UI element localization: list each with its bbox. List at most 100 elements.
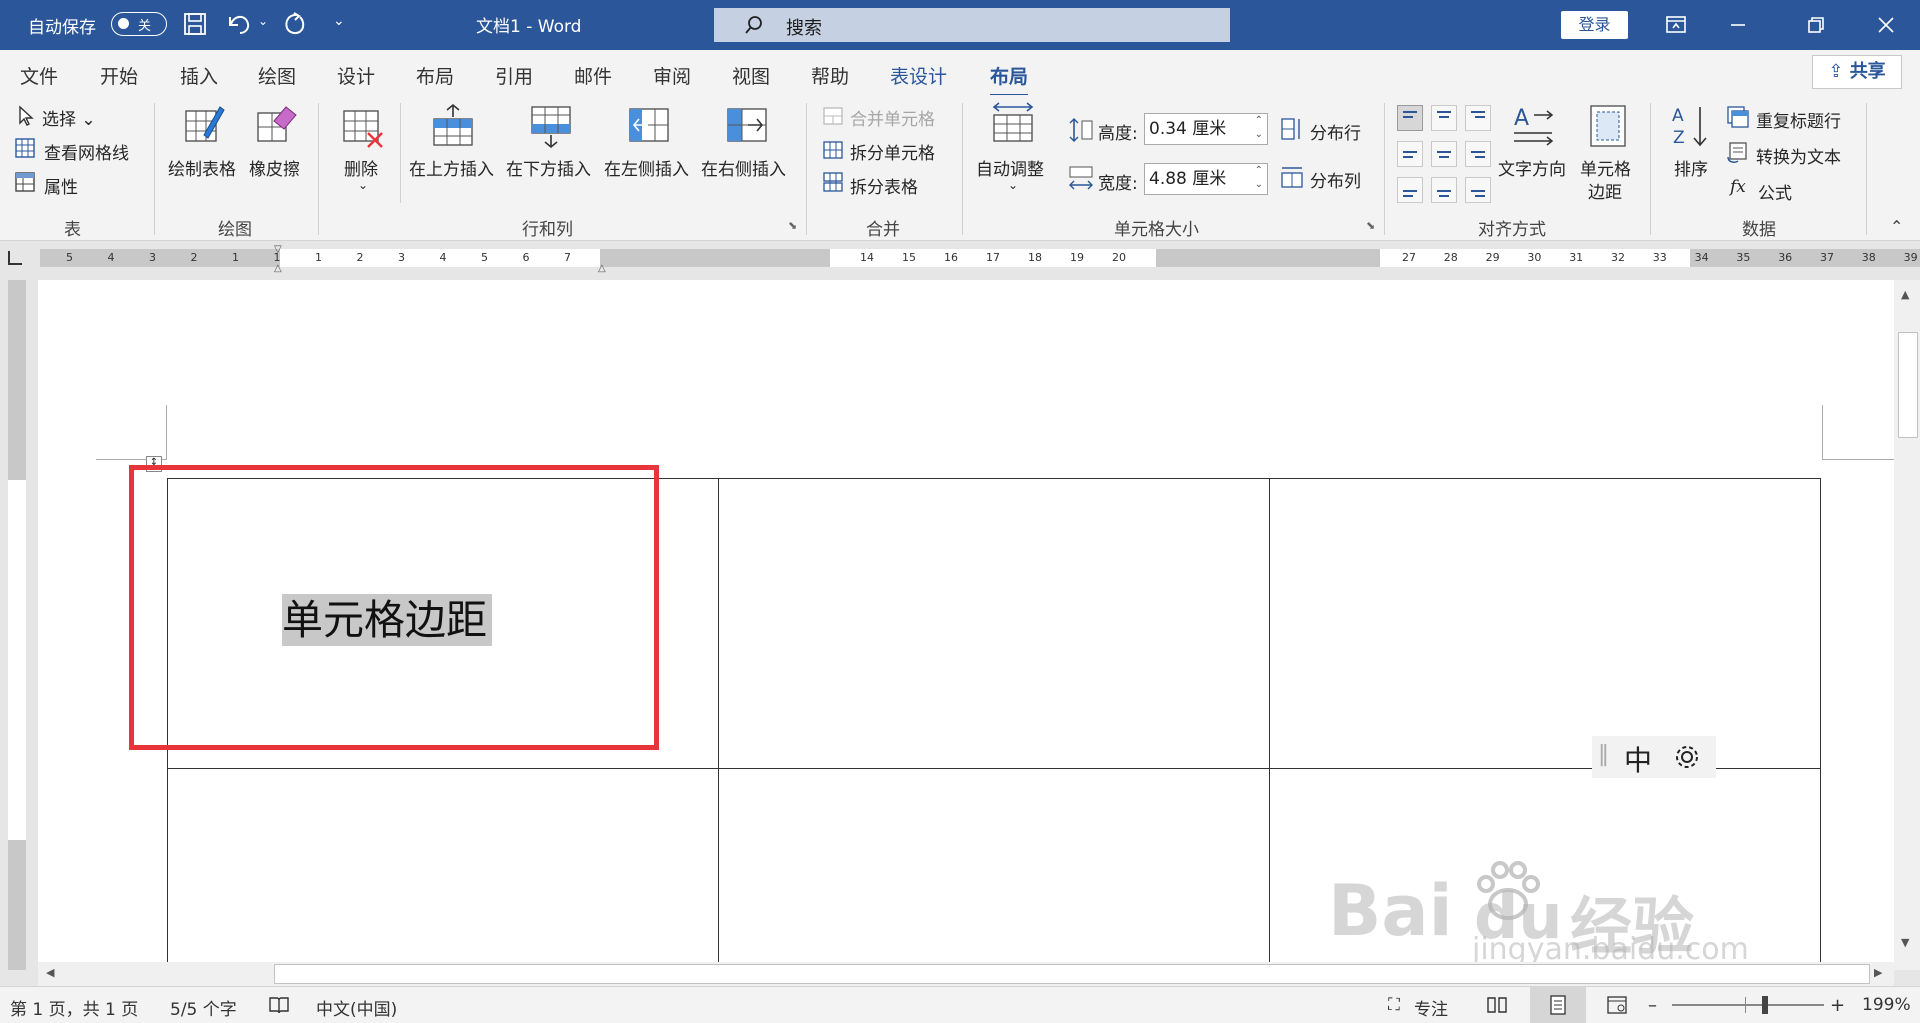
column-width-input[interactable]: 4.88 厘米 ⌃ ⌄ [1144,163,1268,195]
share-button[interactable]: ⇪ 共享 [1812,55,1902,89]
spinner-icon[interactable]: ⌃ ⌄ [1255,164,1263,192]
tab-design[interactable]: 设计 [337,62,375,89]
document-page[interactable]: ↕ 单元格边距 ‖ 中 Bai du 经验 jingyan.baidu.com [38,280,1894,970]
insert-above-button[interactable]: 在上方插入 [409,155,494,180]
minimize-icon[interactable] [1708,0,1768,50]
focus-mode-label[interactable]: 专注 [1414,995,1448,1020]
properties-button[interactable]: 属性 [44,173,78,198]
split-cells-button[interactable]: 拆分单元格 [850,139,935,164]
tab-table-design[interactable]: 表设计 [890,62,947,89]
close-icon[interactable] [1856,0,1916,50]
text-direction-button[interactable]: 文字方向 [1498,155,1566,180]
tab-home[interactable]: 开始 [100,62,138,89]
ime-toolbar[interactable]: ‖ 中 [1592,736,1716,778]
scroll-right-icon[interactable]: ▶ [1874,966,1882,979]
tab-mailings[interactable]: 邮件 [574,62,612,89]
convert-to-text-button[interactable]: 转换为文本 [1756,143,1841,168]
spinner-icon[interactable]: ⌃ ⌄ [1255,114,1263,142]
save-icon[interactable] [183,12,207,36]
zoom-slider-thumb[interactable] [1762,996,1768,1014]
read-mode-icon[interactable] [1486,995,1508,1020]
sort-button[interactable]: 排序 [1674,155,1708,180]
tab-page-layout[interactable]: 布局 [416,62,454,89]
sign-in-button[interactable]: 登录 [1561,11,1628,39]
align-bottom-right[interactable] [1465,177,1491,203]
dialog-launcher-icon[interactable]: ⬊ [1366,219,1375,232]
view-gridlines-button[interactable]: 查看网格线 [44,139,129,164]
redo-icon[interactable] [282,10,308,38]
collapse-ribbon-icon[interactable]: ⌃ [1890,217,1903,236]
tab-draw[interactable]: 绘图 [258,62,296,89]
draw-table-button[interactable]: 绘制表格 [168,155,236,180]
align-bottom-left[interactable] [1397,177,1423,203]
row-height-input[interactable]: 0.34 厘米 ⌃ ⌄ [1144,113,1268,145]
align-top-center[interactable] [1431,105,1457,131]
zoom-level[interactable]: 199% [1862,995,1911,1015]
autosave-toggle[interactable]: 关 [111,12,167,36]
web-layout-icon[interactable] [1606,995,1628,1020]
autofit-dropdown-icon[interactable]: ⌄ [1008,178,1018,192]
page-count[interactable]: 第 1 页，共 1 页 [10,995,138,1020]
insert-right-button[interactable]: 在右侧插入 [701,155,786,180]
distribute-columns-button[interactable]: 分布列 [1310,167,1361,192]
cell-margins-button-line1[interactable]: 单元格 [1580,155,1631,180]
cell-margins-button-line2[interactable]: 边距 [1588,178,1622,203]
split-table-button[interactable]: 拆分表格 [850,173,918,198]
zoom-slider[interactable] [1672,1004,1824,1006]
settings-gear-icon[interactable] [1672,742,1702,772]
align-middle-left[interactable] [1397,141,1423,167]
repeat-header-rows-button[interactable]: 重复标题行 [1756,107,1841,132]
tab-table-layout[interactable]: 布局 [990,62,1029,98]
insert-left-button[interactable]: 在左侧插入 [604,155,689,180]
search-box[interactable]: 搜索 [714,8,1230,42]
word-count[interactable]: 5/5 个字 [170,995,237,1020]
scrollbar-thumb[interactable] [1898,332,1918,438]
proofing-icon[interactable] [268,995,290,1020]
scroll-up-icon[interactable]: ▲ [1901,288,1909,301]
first-line-indent-marker[interactable]: ▽ [274,244,282,255]
tab-insert[interactable]: 插入 [180,62,218,89]
delete-button[interactable]: 删除 [344,155,378,180]
dialog-launcher-icon[interactable]: ⬊ [788,219,797,232]
customize-toolbar-icon[interactable]: ⌄ [333,13,345,29]
tab-file[interactable]: 文件 [20,62,58,89]
align-top-left[interactable] [1397,105,1423,131]
eraser-button[interactable]: 橡皮擦 [249,155,300,180]
delete-dropdown-icon[interactable]: ⌄ [358,178,368,192]
horizontal-ruler[interactable]: 5432111234567 14 15 16 17 18 19 20 27 28 29 30 31 3… [0,241,1920,277]
tab-references[interactable]: 引用 [495,62,533,89]
tab-view[interactable]: 视图 [732,62,770,89]
merge-cells-button[interactable]: 合并单元格 [850,105,935,130]
ime-mode[interactable]: 中 [1624,739,1652,779]
vertical-ruler[interactable] [0,280,36,970]
align-top-right[interactable] [1465,105,1491,131]
drag-handle-icon[interactable]: ‖ [1598,742,1609,767]
restore-icon[interactable] [1786,0,1846,50]
distribute-rows-button[interactable]: 分布行 [1310,119,1361,144]
hanging-indent-marker[interactable]: △ [274,263,282,274]
tab-help[interactable]: 帮助 [811,62,849,89]
scrollbar-thumb[interactable] [274,964,1870,984]
autofit-button[interactable]: 自动调整 [976,155,1044,180]
zoom-in-icon[interactable]: + [1830,995,1845,1016]
zoom-out-icon[interactable]: – [1648,995,1657,1016]
formula-button[interactable]: 公式 [1758,179,1792,204]
right-indent-marker[interactable]: △ [598,263,606,274]
language[interactable]: 中文(中国) [316,995,397,1020]
horizontal-scrollbar[interactable]: ◀ ▶ [38,962,1894,986]
ribbon-display-options-icon[interactable] [1646,0,1706,50]
tab-review[interactable]: 审阅 [653,62,691,89]
align-bottom-center[interactable] [1431,177,1457,203]
scroll-down-icon[interactable]: ▼ [1901,936,1909,949]
print-layout-button[interactable] [1530,987,1586,1023]
tab-selector-icon[interactable] [8,251,22,265]
align-middle-right[interactable] [1465,141,1491,167]
insert-below-button[interactable]: 在下方插入 [506,155,591,180]
undo-icon[interactable] [226,11,256,37]
select-button[interactable]: 选择 ⌄ [42,105,96,130]
vertical-scrollbar[interactable]: ▲ ▼ [1894,280,1920,970]
focus-mode-icon[interactable]: ⛶ [1388,995,1400,1015]
scroll-left-icon[interactable]: ◀ [46,966,54,979]
align-middle-center[interactable] [1431,141,1457,167]
undo-dropdown-icon[interactable]: ⌄ [258,14,268,28]
